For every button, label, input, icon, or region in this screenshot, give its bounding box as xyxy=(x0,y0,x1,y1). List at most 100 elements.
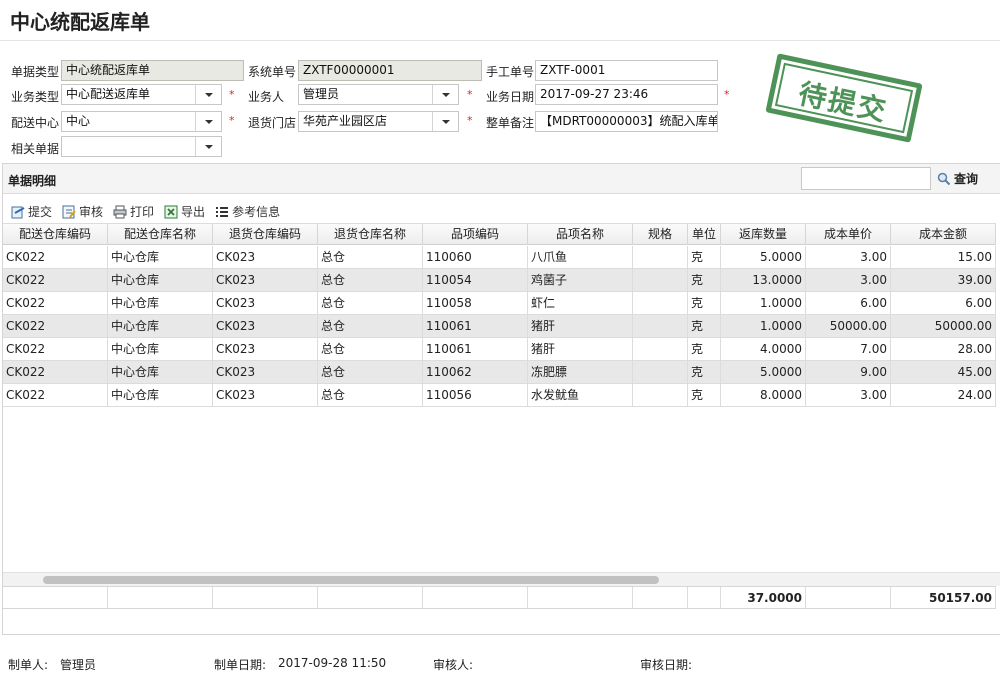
page-title: 中心统配返库单 xyxy=(10,10,150,34)
reference-button[interactable]: 参考信息 xyxy=(215,203,280,220)
audit-date-label: 审核日期: xyxy=(640,658,693,672)
cell-item-code: 110061 xyxy=(423,338,528,360)
table-row[interactable]: CK022 中心仓库 CK023 总仓 110058 虾仁克 1.0000 6.00 6.00 xyxy=(3,292,996,315)
remark-input[interactable]: 【MDRT00000003】统配入库单差 xyxy=(535,111,718,132)
cell-unit: 克 xyxy=(688,338,721,360)
biz-date-input[interactable]: 2017-09-27 23:46 xyxy=(535,84,718,105)
search-button-label: 查询 xyxy=(954,172,979,186)
cell-return-qty: 8.0000 xyxy=(721,384,806,406)
column-header-return-wh-code[interactable]: 退货仓库编码 xyxy=(213,224,318,245)
salesman-select[interactable]: 管理员 xyxy=(298,84,459,105)
sys-no-label: 系统单号 xyxy=(248,65,297,79)
table-row[interactable]: CK022 中心仓库 CK023 总仓 110056 水发鱿鱼 克 8.0000 3.00 24.… xyxy=(3,384,996,407)
required-mark: * xyxy=(724,88,730,101)
table-row[interactable]: CK022 中心仓库 CK023 总仓 110062 冻肥膘 克 5.0000 9.00 45.0… xyxy=(3,361,996,384)
column-header-unit[interactable]: 单位 xyxy=(688,224,721,245)
manual-no-label: 手工单号 xyxy=(486,65,535,79)
cell-return-qty: 4.0000 xyxy=(721,338,806,360)
cell-return-qty: 1.0000 xyxy=(721,292,806,314)
cell-dc-code: CK022 xyxy=(3,361,108,383)
column-header-dc-code[interactable]: 配送仓库编码 xyxy=(3,224,108,245)
cell-unit-cost: 3.00 xyxy=(806,384,891,406)
cell-return-wh-code: CK023 xyxy=(213,292,318,314)
submit-label: 提交 xyxy=(28,205,53,219)
table-row[interactable]: CK022 中心仓库 CK023 总仓 110060 八爪鱼 克 5.0000 3.00 15.0… xyxy=(3,246,996,269)
cell-dc-name: 中心仓库 xyxy=(108,315,213,337)
creator-value: 管理员 xyxy=(60,658,97,672)
cell-dc-code: CK022 xyxy=(3,246,108,268)
export-button[interactable]: 导出 xyxy=(164,203,205,220)
status-stamp: 待提交 xyxy=(765,53,923,143)
cell-spec xyxy=(633,338,688,360)
table-row[interactable]: CK022 中心仓库 CK023 总仓 110054 鸡菌子 克 13.0000 3.00 39.… xyxy=(3,269,996,292)
audit-label: 审核 xyxy=(79,205,104,219)
chevron-down-icon[interactable] xyxy=(432,112,458,131)
chevron-down-icon[interactable] xyxy=(195,112,221,131)
cell-return-wh-name: 总仓 xyxy=(318,384,423,406)
summary-cost-amount: 50157.00 xyxy=(891,587,996,609)
cell-return-wh-code: CK023 xyxy=(213,361,318,383)
list-icon xyxy=(216,206,229,217)
cell-return-wh-code: CK023 xyxy=(213,315,318,337)
column-header-spec[interactable]: 规格 xyxy=(633,224,688,245)
horizontal-scrollbar[interactable] xyxy=(3,572,1000,586)
center-value: 中心 xyxy=(66,114,91,128)
cell-item-name: 冻肥膘 xyxy=(528,361,633,383)
chevron-down-icon[interactable] xyxy=(195,85,221,104)
search-button[interactable]: 查询 xyxy=(937,170,978,187)
column-header-dc-name[interactable]: 配送仓库名称 xyxy=(108,224,213,245)
cell-dc-name: 中心仓库 xyxy=(108,338,213,360)
center-label: 配送中心 xyxy=(11,116,60,130)
cell-return-wh-code: CK023 xyxy=(213,246,318,268)
cell-spec xyxy=(633,246,688,268)
cell-return-qty: 5.0000 xyxy=(721,246,806,268)
manual-no-input[interactable]: ZXTF-0001 xyxy=(535,60,718,81)
print-button[interactable]: 打印 xyxy=(113,203,154,220)
required-mark: * xyxy=(467,88,473,101)
auditor-label: 审核人: xyxy=(433,658,474,672)
cell-return-wh-name: 总仓 xyxy=(318,315,423,337)
table-row[interactable]: CK022 中心仓库 CK023 总仓 110061 猪肝克 1.0000 50000.00 5… xyxy=(3,315,996,338)
cell-dc-code: CK022 xyxy=(3,384,108,406)
column-header-return-wh-name[interactable]: 退货仓库名称 xyxy=(318,224,423,245)
summary-return-wh-code xyxy=(213,587,318,609)
cell-unit-cost: 7.00 xyxy=(806,338,891,360)
cell-unit: 克 xyxy=(688,315,721,337)
cell-cost-amount: 24.00 xyxy=(891,384,996,406)
audit-button[interactable]: 审核 xyxy=(62,203,103,220)
cell-dc-code: CK022 xyxy=(3,269,108,291)
cell-return-wh-name: 总仓 xyxy=(318,338,423,360)
cell-return-qty: 1.0000 xyxy=(721,315,806,337)
excel-export-icon xyxy=(164,205,178,218)
search-icon xyxy=(937,172,951,185)
chevron-down-icon[interactable] xyxy=(432,85,458,104)
biz-type-select[interactable]: 中心配送返库单 xyxy=(61,84,222,105)
center-select[interactable]: 中心 xyxy=(61,111,222,132)
cell-item-name: 猪肝 xyxy=(528,315,633,337)
submit-icon xyxy=(11,206,25,218)
summary-spec xyxy=(633,587,688,609)
table-row[interactable]: CK022 中心仓库 CK023 总仓 110061 猪肝 克 4.0000 7.00 28.00 xyxy=(3,338,996,361)
submit-button[interactable]: 提交 xyxy=(11,203,52,220)
cell-unit-cost: 9.00 xyxy=(806,361,891,383)
salesman-label: 业务人 xyxy=(248,90,285,104)
cell-return-wh-code: CK023 xyxy=(213,269,318,291)
column-header-return-qty[interactable]: 返库数量 xyxy=(721,224,806,245)
column-header-cost-amount[interactable]: 成本金额 xyxy=(891,224,996,245)
store-select[interactable]: 华苑产业园区店 xyxy=(298,111,459,132)
cell-unit: 克 xyxy=(688,384,721,406)
summary-return-wh-name xyxy=(318,587,423,609)
column-header-unit-cost[interactable]: 成本单价 xyxy=(806,224,891,245)
related-select[interactable] xyxy=(61,136,222,157)
table-summary-row: 37.0000 50157.00 xyxy=(3,586,996,609)
chevron-down-icon[interactable] xyxy=(195,137,221,156)
column-header-item-name[interactable]: 品项名称 xyxy=(528,224,633,245)
scrollbar-thumb[interactable] xyxy=(43,576,659,584)
column-header-item-code[interactable]: 品项编码 xyxy=(423,224,528,245)
audit-icon xyxy=(62,205,76,218)
cell-unit: 克 xyxy=(688,361,721,383)
summary-dc-name xyxy=(108,587,213,609)
cell-return-wh-name: 总仓 xyxy=(318,292,423,314)
search-input[interactable] xyxy=(801,167,931,190)
detail-title: 单据明细 xyxy=(8,174,57,188)
